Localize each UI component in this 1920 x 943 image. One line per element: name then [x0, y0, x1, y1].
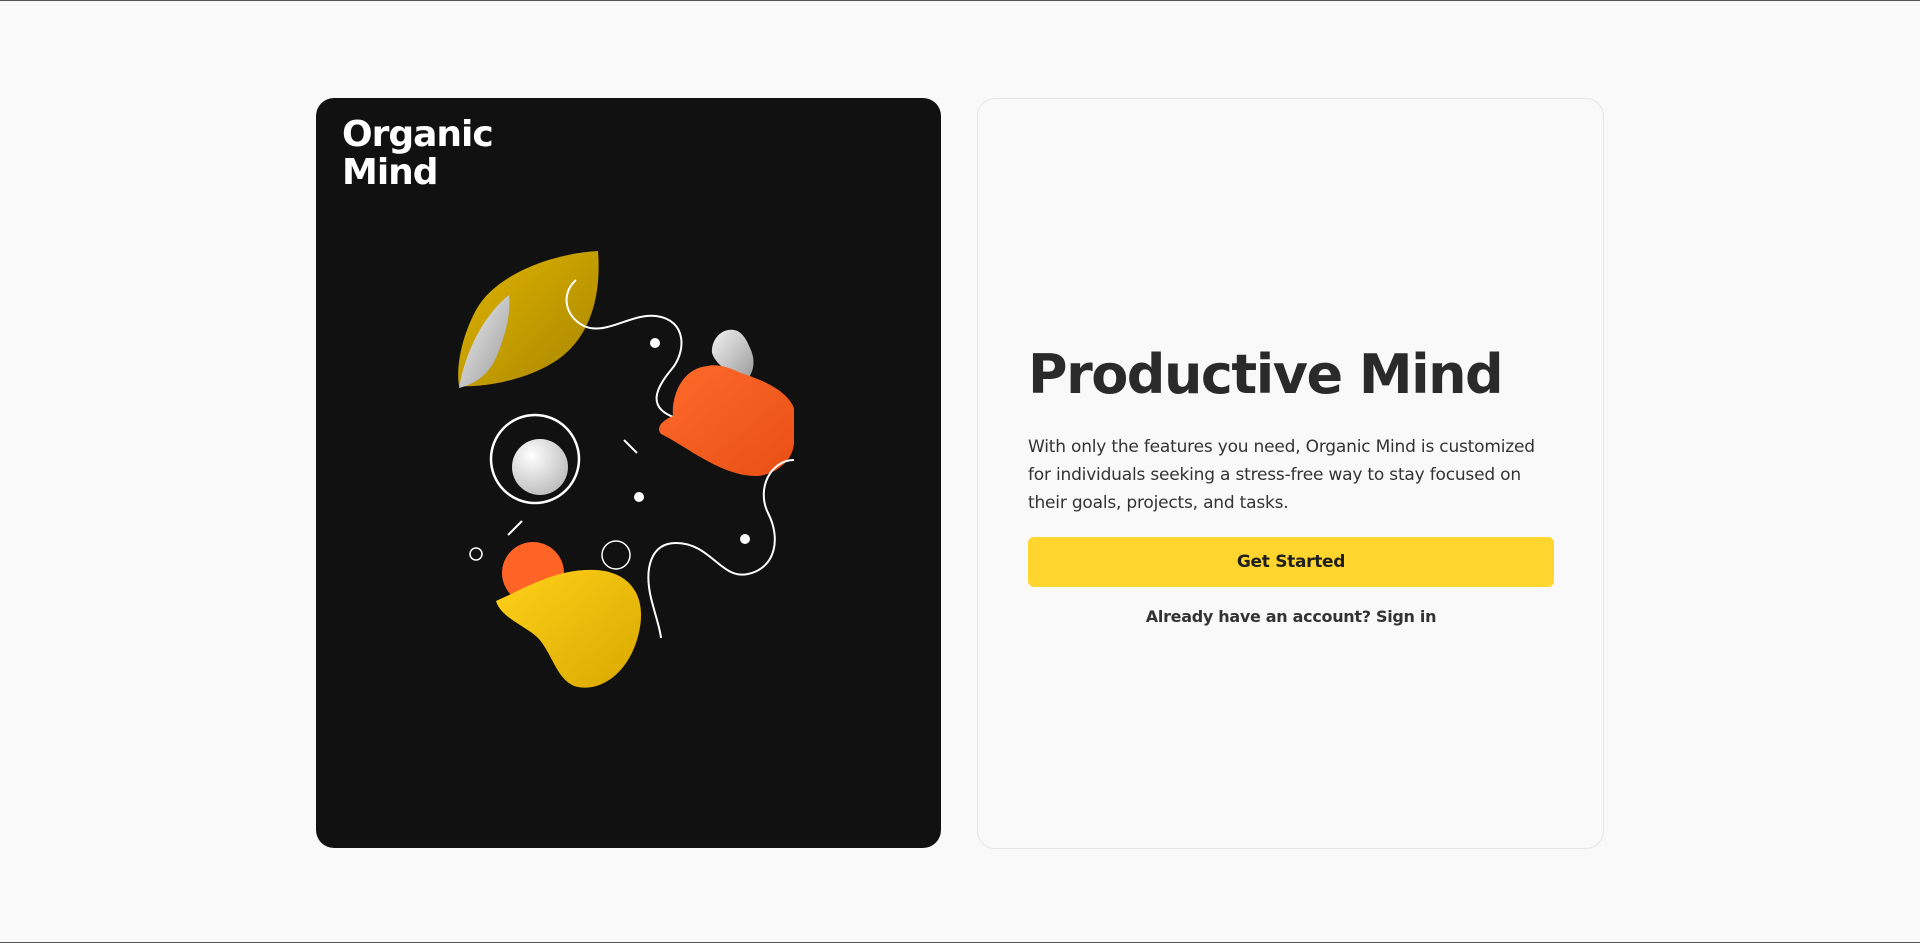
signin-prompt: Already have an account?	[1145, 607, 1376, 626]
landing-page: Organic Mind Productive Mind With only t…	[0, 0, 1920, 943]
dot	[740, 534, 750, 544]
orange-blob-shape	[659, 365, 795, 476]
dot	[650, 338, 660, 348]
intro-description: With only the features you need, Organic…	[1028, 437, 1535, 513]
page-title: Productive Mind	[1028, 343, 1504, 406]
dash	[623, 439, 638, 454]
abstract-shapes-illustration	[458, 251, 795, 688]
get-started-button[interactable]: Get Started	[1028, 537, 1554, 587]
small-ring	[469, 547, 483, 561]
signin-link[interactable]: Sign in	[1376, 607, 1437, 626]
dash	[507, 520, 523, 536]
intro-card: Productive Mind With only the features y…	[977, 98, 1604, 849]
squiggle-line-bottom	[647, 459, 795, 639]
illustration-card: Organic Mind	[316, 98, 941, 848]
intro-content: Productive Mind With only the features y…	[1028, 343, 1554, 626]
dot	[634, 492, 644, 502]
silver-ball	[512, 439, 568, 495]
small-ring	[601, 540, 631, 570]
signin-row: Already have an account? Sign in	[1028, 607, 1554, 626]
